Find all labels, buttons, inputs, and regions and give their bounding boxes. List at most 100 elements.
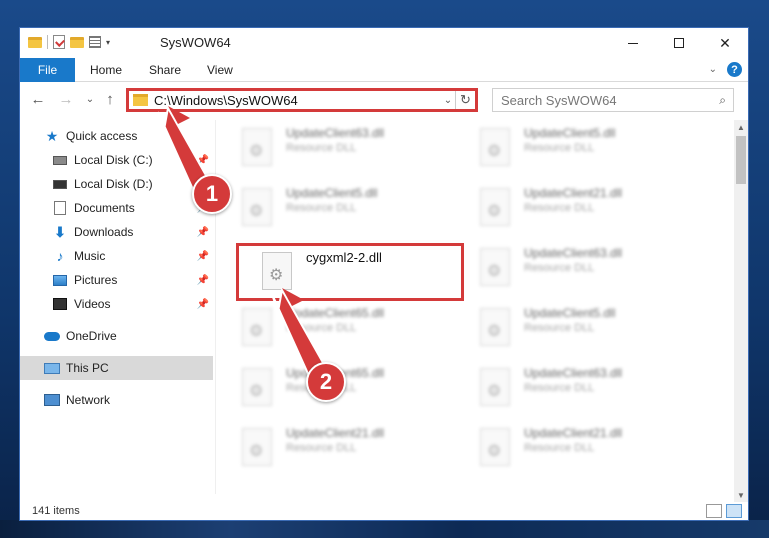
- list-item[interactable]: ⚙ UpdateClient63.dll Resource DLL: [216, 120, 446, 176]
- dll-file-icon: ⚙: [242, 128, 272, 166]
- search-input[interactable]: Search SysWOW64 ⌕: [492, 88, 734, 112]
- search-icon[interactable]: ⌕: [719, 93, 726, 108]
- sidebar-item-downloads[interactable]: ⬇ Downloads 📌: [20, 220, 213, 244]
- tab-share[interactable]: Share: [149, 58, 181, 82]
- list-item[interactable]: ⚙ UpdateClient5.dll Resource DLL: [454, 120, 684, 176]
- sidebar-item-quick-access[interactable]: ★ Quick access: [20, 124, 213, 148]
- dll-file-icon: ⚙: [242, 368, 272, 406]
- list-item[interactable]: ⚙ UpdateClient21.dll Resource DLL: [454, 420, 684, 476]
- file-description: Resource DLL: [524, 142, 595, 154]
- help-icon[interactable]: ?: [727, 62, 742, 77]
- recent-locations-button[interactable]: ⌄: [80, 89, 100, 109]
- navigation-bar: ← → ⌄ ↑ C:\Windows\SysWOW64 ⌄ ↻ Search S…: [20, 85, 748, 115]
- file-description: Resource DLL: [524, 262, 595, 274]
- video-icon: [52, 296, 68, 312]
- sidebar-item-network[interactable]: Network: [20, 388, 213, 412]
- sidebar-item-label: Documents: [74, 201, 135, 215]
- properties-icon[interactable]: [53, 35, 65, 49]
- download-icon: ⬇: [54, 223, 66, 240]
- list-item[interactable]: ⚙ UpdateClient5.dll Resource DLL: [454, 300, 684, 356]
- sidebar-item-label: Music: [74, 249, 106, 263]
- sidebar-item-label: Downloads: [74, 225, 134, 239]
- details-view-icon[interactable]: [706, 504, 722, 518]
- sidebar-item-label: Pictures: [74, 273, 118, 287]
- dll-file-icon: ⚙: [480, 368, 510, 406]
- file-name: UpdateClient5.dll: [524, 306, 616, 320]
- chevron-down-icon: ⌄: [85, 93, 95, 105]
- address-bar[interactable]: C:\Windows\SysWOW64 ⌄ ↻: [126, 88, 478, 112]
- pin-icon: 📌: [196, 226, 209, 238]
- title-bar: ▾ SysWOW64 ✕: [20, 28, 748, 58]
- forward-button[interactable]: →: [56, 89, 76, 109]
- tab-home[interactable]: Home: [90, 58, 122, 82]
- refresh-icon[interactable]: ↻: [455, 91, 475, 109]
- sidebar-item-videos[interactable]: Videos 📌: [20, 292, 213, 316]
- sidebar-item-onedrive[interactable]: OneDrive: [20, 324, 213, 348]
- list-item[interactable]: ⚙ UpdateClient5.dll Resource DLL: [216, 180, 446, 236]
- tab-view[interactable]: View: [207, 58, 233, 82]
- dll-file-icon: ⚙: [480, 428, 510, 466]
- view-options-icon[interactable]: [89, 36, 101, 48]
- sidebar-item-label: Videos: [74, 297, 111, 311]
- maximize-icon: [674, 38, 684, 48]
- file-description: Resource DLL: [286, 142, 357, 154]
- scrollbar-thumb[interactable]: [736, 136, 746, 184]
- list-item[interactable]: ⚙ UpdateClient63.dll Resource DLL: [454, 240, 684, 296]
- sidebar-item-label: Local Disk (C:): [74, 153, 153, 167]
- minimize-button[interactable]: [610, 28, 656, 58]
- star-icon: ★: [45, 127, 59, 144]
- list-item[interactable]: ⚙ UpdateClient21.dll Resource DLL: [454, 180, 684, 236]
- file-name: UpdateClient21.dll: [524, 426, 623, 440]
- address-path[interactable]: C:\Windows\SysWOW64: [154, 93, 441, 108]
- new-folder-icon[interactable]: [70, 36, 84, 48]
- window-title: SysWOW64: [160, 35, 231, 50]
- item-count: 141 items: [32, 505, 80, 517]
- customize-toolbar-dropdown[interactable]: ▾: [106, 38, 110, 47]
- pin-icon: 📌: [196, 250, 209, 262]
- search-placeholder: Search SysWOW64: [501, 92, 617, 108]
- file-list: ⚙ UpdateClient63.dll Resource DLL ⚙ Upda…: [216, 120, 734, 494]
- close-button[interactable]: ✕: [702, 28, 748, 58]
- up-button[interactable]: ↑: [100, 89, 120, 109]
- file-name: UpdateClient63.dll: [286, 126, 385, 140]
- desktop-background: [0, 520, 769, 538]
- list-item[interactable]: ⚙ UpdateClient63.dll Resource DLL: [454, 360, 684, 416]
- sidebar-item-documents[interactable]: Documents 📌: [20, 196, 213, 220]
- window-controls: ✕: [610, 28, 748, 58]
- ribbon-tabs: File Home Share View ⌄ ?: [20, 58, 748, 82]
- file-description: Resource DLL: [524, 322, 595, 334]
- sidebar-item-label: Local Disk (D:): [74, 177, 153, 191]
- file-description: Resource DLL: [286, 202, 357, 214]
- minimize-icon: [628, 42, 638, 44]
- expand-ribbon-icon[interactable]: ⌄: [709, 64, 717, 75]
- sidebar-item-label: Quick access: [66, 129, 138, 143]
- scroll-down-icon[interactable]: ▼: [734, 488, 748, 502]
- sidebar-item-local-disk-d[interactable]: Local Disk (D:): [20, 172, 213, 196]
- large-icons-view-icon[interactable]: [726, 504, 742, 518]
- sidebar-item-music[interactable]: ♪ Music 📌: [20, 244, 213, 268]
- file-name: UpdateClient5.dll: [524, 126, 616, 140]
- list-item[interactable]: ⚙ UpdateClient65.dll Resource DLL: [216, 300, 446, 356]
- file-name: UpdateClient65.dll: [286, 306, 385, 320]
- sidebar-item-this-pc[interactable]: This PC: [20, 356, 213, 380]
- maximize-button[interactable]: [656, 28, 702, 58]
- step-1-badge: 1: [192, 174, 232, 214]
- file-name: UpdateClient21.dll: [286, 426, 385, 440]
- file-name: UpdateClient63.dll: [524, 246, 623, 260]
- pin-icon: 📌: [196, 298, 209, 310]
- sidebar-item-pictures[interactable]: Pictures 📌: [20, 268, 213, 292]
- view-switcher: [706, 504, 742, 518]
- file-name: UpdateClient5.dll: [286, 186, 378, 200]
- sidebar-item-local-disk-c[interactable]: Local Disk (C:) 📌: [20, 148, 213, 172]
- list-item[interactable]: ⚙ UpdateClient21.dll Resource DLL: [216, 420, 446, 476]
- scroll-up-icon[interactable]: ▲: [734, 120, 748, 134]
- vertical-scrollbar[interactable]: ▲ ▼: [734, 120, 748, 502]
- back-button[interactable]: ←: [28, 89, 48, 109]
- tab-file[interactable]: File: [20, 58, 75, 82]
- file-name: UpdateClient21.dll: [524, 186, 623, 200]
- dll-file-icon: ⚙: [480, 248, 510, 286]
- computer-icon: [44, 360, 60, 376]
- address-dropdown-icon[interactable]: ⌄: [441, 95, 455, 106]
- document-icon: [52, 200, 68, 216]
- disk-icon: [52, 152, 68, 168]
